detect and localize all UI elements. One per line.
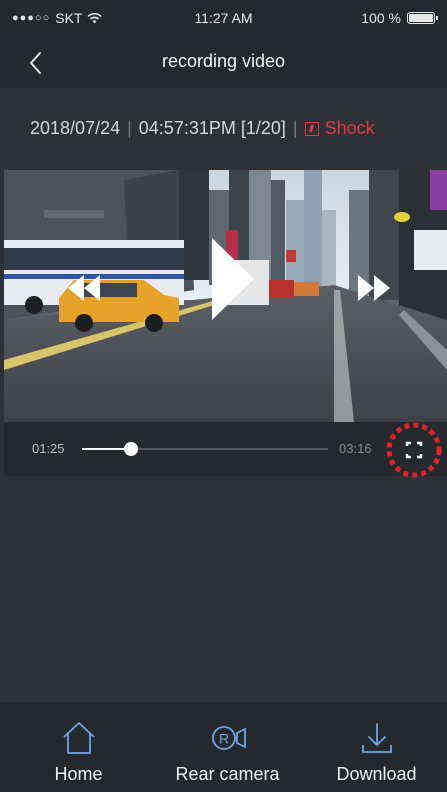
- download-icon: [361, 723, 392, 753]
- rear-camera-icon: R: [211, 726, 246, 750]
- battery-area: 100 %: [361, 10, 438, 26]
- event-label: Shock: [324, 118, 375, 138]
- nav-bar: recording video: [0, 38, 447, 88]
- battery-icon: [407, 12, 438, 24]
- recording-time: 04:57:31PM: [138, 118, 236, 138]
- current-time: 01:25: [32, 441, 65, 456]
- tab-rear-camera[interactable]: R Rear camera: [153, 702, 302, 792]
- total-time: 03:16: [339, 441, 372, 456]
- video-player[interactable]: [4, 170, 447, 422]
- rewind-button[interactable]: [66, 275, 102, 301]
- tab-home-label: Home: [54, 764, 103, 784]
- recording-date: 2018/07/24: [30, 118, 121, 138]
- shock-icon: [304, 121, 319, 136]
- play-icon: [212, 238, 254, 320]
- seek-handle[interactable]: [124, 442, 139, 456]
- battery-fill: [409, 14, 433, 22]
- divider: |: [127, 118, 132, 138]
- tab-bar: Home R Rear camera Download: [0, 702, 447, 792]
- seek-bar[interactable]: [82, 442, 328, 456]
- tab-rear-camera-label: Rear camera: [175, 764, 280, 784]
- fast-forward-button[interactable]: [356, 275, 392, 301]
- tab-home[interactable]: Home: [4, 702, 153, 792]
- divider: |: [292, 118, 298, 138]
- recording-index: [1/20]: [240, 118, 286, 138]
- rewind-icon: [68, 275, 100, 301]
- tab-download-label: Download: [336, 764, 417, 784]
- svg-text:R: R: [218, 731, 228, 747]
- page-title: recording video: [161, 51, 286, 71]
- play-button[interactable]: [210, 236, 256, 322]
- status-bar: ●●●○○ SKT 11:27 AM 100 %: [0, 0, 447, 38]
- fast-forward-icon: [358, 275, 390, 301]
- fullscreen-icon: [386, 422, 442, 478]
- battery-text: 100 %: [361, 10, 401, 26]
- home-icon: [62, 722, 95, 754]
- fullscreen-button[interactable]: [384, 422, 444, 480]
- recording-info: 2018/07/24 | 04:57:31PM [1/20] | Shock: [30, 118, 375, 139]
- tab-download[interactable]: Download: [302, 702, 447, 792]
- playback-controls: 01:25 03:16: [4, 422, 447, 478]
